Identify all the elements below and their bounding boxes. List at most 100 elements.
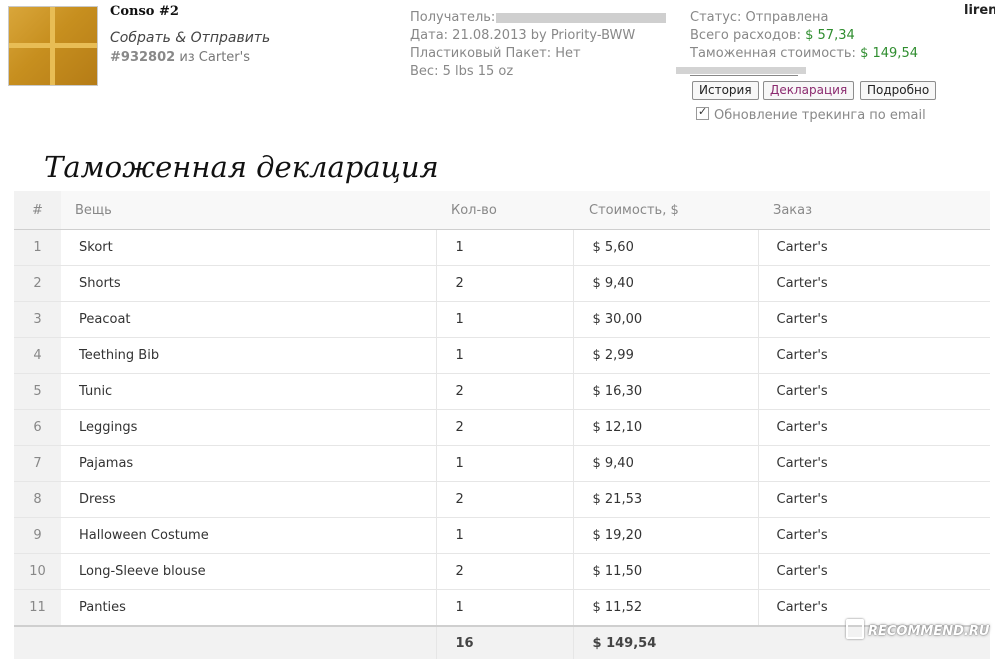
tracking-email-option[interactable]: Обновление трекинга по email xyxy=(696,105,926,123)
status-block: Статус: Отправлена Всего расходов: $ 57,… xyxy=(690,9,918,63)
row-item[interactable]: Dress xyxy=(61,481,436,518)
table-row: 2 Shorts 2 $ 9,40 Carter's xyxy=(14,265,990,302)
totals-row: 16 $ 149,54 xyxy=(14,625,990,659)
history-button[interactable]: История xyxy=(692,81,759,100)
row-qty: 1 xyxy=(435,589,573,627)
row-cost: $ 12,10 xyxy=(572,409,758,446)
total-value: $ 57,34 xyxy=(805,28,855,43)
tracking-email-checkbox[interactable] xyxy=(696,105,709,120)
row-num: 10 xyxy=(14,553,61,590)
row-order: Carter's xyxy=(757,301,990,338)
table-header-row: # Вещь Кол-во Стоимость, $ Заказ xyxy=(14,191,990,230)
row-num: 8 xyxy=(14,481,61,518)
watermark: RECOMMEND.RU xyxy=(846,619,989,639)
table-row: 3 Peacoat 1 $ 30,00 Carter's xyxy=(14,301,990,338)
row-order: Carter's xyxy=(757,373,990,410)
ribbon-vertical xyxy=(50,7,55,85)
status-line: Статус: Отправлена xyxy=(690,10,829,25)
row-item[interactable]: Long-Sleeve blouse xyxy=(61,553,436,590)
col-qty-header: Кол-во xyxy=(436,191,573,230)
row-item[interactable]: Panties xyxy=(61,589,436,627)
declaration-rows: 1 Skort 1 $ 5,60 Carter's 2 Shorts 2 $ 9,40 Carte… xyxy=(14,229,990,627)
row-qty: 2 xyxy=(435,409,573,446)
row-num: 5 xyxy=(14,373,61,410)
order-id[interactable]: #932802 xyxy=(110,50,175,65)
table-row: 10 Long-Sleeve blouse 2 $ 11,50 Carter's xyxy=(14,553,990,590)
row-num: 2 xyxy=(14,265,61,302)
col-num-header: # xyxy=(14,191,61,230)
customs-value: $ 149,54 xyxy=(860,46,918,61)
row-num: 9 xyxy=(14,517,61,554)
row-cost: $ 9,40 xyxy=(572,265,758,302)
parcel-thumbnail xyxy=(8,6,98,86)
row-order: Carter's xyxy=(757,229,990,266)
row-item[interactable]: Leggings xyxy=(61,409,436,446)
row-qty: 1 xyxy=(435,445,573,482)
row-item[interactable]: Tunic xyxy=(61,373,436,410)
row-cost: $ 11,50 xyxy=(572,553,758,590)
row-order: Carter's xyxy=(757,337,990,374)
row-qty: 1 xyxy=(435,337,573,374)
row-order: Carter's xyxy=(757,481,990,518)
row-num: 3 xyxy=(14,301,61,338)
col-cost-header: Стоимость, $ xyxy=(573,191,758,230)
row-qty: 2 xyxy=(435,265,573,302)
table-row: 7 Pajamas 1 $ 9,40 Carter's xyxy=(14,445,990,482)
watermark-text: RECOMMEND.RU xyxy=(868,624,990,639)
row-qty: 2 xyxy=(435,553,573,590)
declaration-table: # Вещь Кол-во Стоимость, $ Заказ 1 Skort 1… xyxy=(14,191,990,659)
table-row: 8 Dress 2 $ 21,53 Carter's xyxy=(14,481,990,518)
totals-item-cell xyxy=(61,625,436,659)
row-num: 1 xyxy=(14,229,61,266)
watermark-logo-icon xyxy=(846,619,864,639)
totals-num-cell xyxy=(14,625,61,659)
order-source: из Carter's xyxy=(179,50,250,65)
row-item[interactable]: Shorts xyxy=(61,265,436,302)
row-order: Carter's xyxy=(757,409,990,446)
row-item[interactable]: Pajamas xyxy=(61,445,436,482)
row-item[interactable]: Halloween Costume xyxy=(61,517,436,554)
tracking-redacted xyxy=(676,67,806,74)
shipment-info: Получатель: Дата: 21.08.2013 by Priority… xyxy=(410,9,667,81)
declaration-button[interactable]: Декларация xyxy=(763,81,855,100)
row-cost: $ 30,00 xyxy=(572,301,758,338)
table-row: 9 Halloween Costume 1 $ 19,20 Carter's xyxy=(14,517,990,554)
recipient-label: Получатель: xyxy=(410,10,496,25)
total-cost: $ 149,54 xyxy=(572,625,758,659)
row-num: 11 xyxy=(14,589,61,627)
table-row: 5 Tunic 2 $ 16,30 Carter's xyxy=(14,373,990,410)
order-line: #932802 из Carter's xyxy=(110,50,250,65)
customs-value-row: Таможенная стоимость: $ 149,54 xyxy=(690,45,918,63)
details-button[interactable]: Подробно xyxy=(860,81,937,100)
date-line: Дата: 21.08.2013 by Priority-BWW xyxy=(410,28,636,43)
total-label: Всего расходов: xyxy=(690,28,801,43)
tracking-link-underline[interactable] xyxy=(690,75,798,76)
row-qty: 2 xyxy=(435,373,573,410)
col-item-header: Вещь xyxy=(61,191,436,230)
row-cost: $ 11,52 xyxy=(572,589,758,627)
recipient-redacted xyxy=(496,12,667,23)
row-order: Carter's xyxy=(757,445,990,482)
row-item[interactable]: Peacoat xyxy=(61,301,436,338)
table-row: 1 Skort 1 $ 5,60 Carter's xyxy=(14,229,990,266)
row-item[interactable]: Skort xyxy=(61,229,436,266)
weight-line: Вес: 5 lbs 15 oz xyxy=(410,64,514,79)
username[interactable]: liren xyxy=(964,3,995,18)
row-cost: $ 5,60 xyxy=(572,229,758,266)
row-item[interactable]: Teething Bib xyxy=(61,337,436,374)
table-row: 11 Panties 1 $ 11,52 Carter's xyxy=(14,589,990,627)
total-expenses: Всего расходов: $ 57,34 xyxy=(690,27,918,45)
declaration-title: Таможенная декларация xyxy=(44,150,439,184)
row-qty: 1 xyxy=(435,301,573,338)
table-row: 4 Teething Bib 1 $ 2,99 Carter's xyxy=(14,337,990,374)
col-order-header: Заказ xyxy=(758,191,990,230)
row-qty: 1 xyxy=(435,517,573,554)
tracking-email-label: Обновление трекинга по email xyxy=(714,108,926,123)
row-cost: $ 2,99 xyxy=(572,337,758,374)
row-num: 6 xyxy=(14,409,61,446)
consolidate-ship-link[interactable]: Собрать & Отправить xyxy=(110,30,270,46)
row-order: Carter's xyxy=(757,265,990,302)
row-num: 4 xyxy=(14,337,61,374)
total-qty: 16 xyxy=(435,625,573,659)
conso-title: Conso #2 xyxy=(110,4,179,19)
